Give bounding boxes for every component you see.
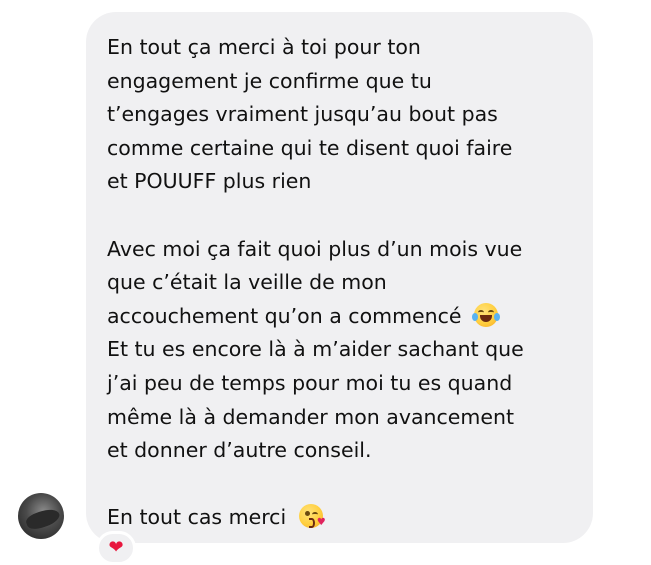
message-line-text: accouchement qu’on a commencé [107,303,462,328]
message-line: Et tu es encore là à m’aider sachant que [107,337,524,362]
message-line-with-emoji: En tout cas merci ♥ [107,501,583,535]
message-line: que c’était la veille de mon [107,270,387,295]
heart-icon: ❤ [108,537,124,558]
laughing-with-tears-emoji-icon [472,302,501,327]
message-line: Avec moi ça fait quoi plus d’un mois vue [107,236,523,261]
sender-avatar[interactable] [18,493,64,539]
message-line-text: En tout cas merci [107,505,287,530]
message-line: En tout ça merci à toi pour ton [107,35,421,59]
message-line: et POUUFF plus rien [107,169,312,194]
message-line: et donner d’autre conseil. [107,438,372,463]
message-line: t’engages vraiment jusqu’au bout pas [107,102,498,127]
message-line-with-emoji: accouchement qu’on a commencé [107,300,583,334]
message-line: même là à demander mon avancement [107,404,515,429]
reaction-badge[interactable]: ❤ [96,531,136,565]
message-line: engagement je confirme que tu [107,68,432,93]
message-line: comme certaine qui te disent quoi faire [107,135,513,160]
message-bubble[interactable]: En tout ça merci à toi pour ton engageme… [86,12,593,543]
kissing-face-emoji-icon: ♥ [298,504,326,529]
message-line: j’ai peu de temps pour moi tu es quand [107,370,513,395]
